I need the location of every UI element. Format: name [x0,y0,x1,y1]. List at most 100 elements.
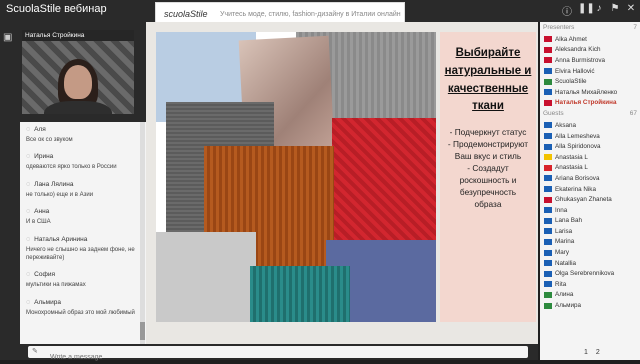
chat-author: Альмира [34,298,62,306]
participants-panel: Presenters 7 Alka Ahmet Aleksandra Kich An… [540,22,640,360]
presenter-item[interactable]: Наталья Михайленко [540,87,640,98]
speaker-icon[interactable]: ♪ [594,3,604,18]
country-flag-icon [544,238,552,245]
speaker-body [44,101,112,114]
slide-title: Выбирайте натуральные и качественные тка… [440,45,536,116]
participant-name: Alla Lemesheva [555,132,600,140]
guest-item[interactable]: Альмира [540,300,640,311]
country-flag-icon [544,207,552,214]
participant-name: Elvira Hallović [555,67,595,75]
participant-name: Mary [555,249,569,257]
chat-user-icon: ◌ [26,298,31,306]
chat-text: мультики на пижамах [26,282,86,289]
participant-name: Алина [555,291,574,299]
guest-item[interactable]: Alla Lemesheva [540,131,640,142]
chat-user-icon: ◌ [26,208,31,216]
country-flag-icon [544,270,552,277]
chat-scroll-thumb[interactable] [140,322,145,340]
pause-icon[interactable]: ❚❚ [578,3,595,18]
chat-user-icon: ◌ [26,180,31,188]
participant-name: Alla Spiridonova [555,143,601,151]
fabric-swatch-teal [250,266,350,322]
guest-item[interactable]: Mary [540,247,640,258]
page-next[interactable]: 2 [596,349,600,356]
slide-body-line: безупречность [459,187,517,198]
participant-name: Inna [555,206,568,214]
country-flag-icon [544,68,552,75]
chat-author: Лана Лялина [34,180,74,188]
guest-item[interactable]: Larisa [540,226,640,237]
country-flag-icon [544,281,552,288]
info-icon[interactable]: ⓘ [562,3,572,18]
guest-item[interactable]: Inna [540,205,640,216]
guest-item[interactable]: Anastasia L [540,152,640,163]
chat-author: Анна [34,208,50,216]
guests-header: Guests 67 [540,108,640,120]
presenter-item[interactable]: Elvira Hallović [540,66,640,77]
participant-name: Ariana Borisova [555,174,600,182]
presenter-item[interactable]: Anna Burmistrova [540,55,640,66]
participant-name: Alka Ahmet [555,35,587,43]
country-flag-icon [544,164,552,171]
camera-icon[interactable]: ▣ [3,32,12,43]
left-rail [0,22,18,360]
guest-item[interactable]: Natallia [540,258,640,269]
pager: 1 2 [584,349,600,356]
guest-item[interactable]: Marina [540,237,640,248]
guest-item[interactable]: Anastasia L [540,163,640,174]
chat-user-icon: ◌ [26,271,31,279]
participant-name: Ekaterina Nika [555,185,596,193]
country-flag-icon [544,122,552,129]
chat-text: не только) еще и в Азии [26,191,94,198]
chat-user-icon: ◌ [26,153,31,161]
guest-item[interactable]: Ekaterina Nika [540,184,640,195]
presenter-item[interactable]: Alka Ahmet [540,34,640,45]
presenter-item[interactable]: Aleksandra Kich [540,45,640,56]
slide-text-panel: Выбирайте натуральные и качественные тка… [440,32,536,322]
participant-name: ScuolaStile [555,78,587,86]
guest-item[interactable]: Ghukasyan Zhaneta [540,194,640,205]
presenter-item[interactable]: ScuolaStile [540,76,640,87]
country-flag-icon [544,99,552,106]
speaker-name: Наталья Стройкина [22,30,134,41]
message-input[interactable] [28,351,528,364]
guest-item[interactable]: Alla Spiridonova [540,141,640,152]
country-flag-icon [544,228,552,235]
country-flag-icon [544,196,552,203]
chat-text: И в США [26,219,51,226]
participant-name: Olga Serebrennikova [555,270,615,278]
chat-message: ◌ София мультики на пижамах [26,271,140,289]
participant-name: Rita [555,280,567,288]
page-current[interactable]: 1 [584,349,588,356]
guest-item[interactable]: Rita [540,279,640,290]
guest-item[interactable]: Aksana [540,120,640,131]
guest-item[interactable]: Алина [540,290,640,301]
participant-name: Aksana [555,121,577,129]
chat-list: ◌ Аля Все ок со звуком ◌ Ирина одеваются я… [20,122,146,330]
presenter-item[interactable]: Наталья Стройкина [540,98,640,109]
country-flag-icon [544,154,552,161]
guest-item[interactable]: Olga Serebrennikova [540,268,640,279]
participant-name: Наталья Михайленко [555,88,618,96]
fabric-swatch-red [332,118,436,240]
chat-text: Все ок со звуком [26,137,73,143]
app-title: ScuolaStile вебинар [6,3,107,15]
chat-scrollbar[interactable] [140,122,145,344]
slide-body-line: - Подчеркнут статус [449,127,527,137]
chat-author: Аля [34,126,46,133]
country-flag-icon [544,133,552,140]
brand-logo: scuolaStile [164,9,208,19]
country-flag-icon [544,260,552,267]
chat-message: ◌ Наталья Аринина Ничего не слышно на зад… [26,236,140,263]
close-icon[interactable]: ✕ [626,3,636,18]
flag-icon[interactable]: ⚑ [610,3,620,18]
guest-item[interactable]: Lana Bah [540,216,640,227]
country-flag-icon [544,89,552,96]
guest-item[interactable]: Ariana Borisova [540,173,640,184]
country-flag-icon [544,302,552,309]
presenter-list: Alka Ahmet Aleksandra Kich Anna Burmistrov… [540,34,640,108]
presenters-count: 7 [633,24,637,31]
toolbar-icons: ⓘ ❚❚ ♪ ⚑ ✕ [562,3,636,18]
participant-name: Anna Burmistrova [555,56,606,64]
guest-list: Aksana Alla Lemesheva Alla Spiridonova Anas… [540,120,640,311]
